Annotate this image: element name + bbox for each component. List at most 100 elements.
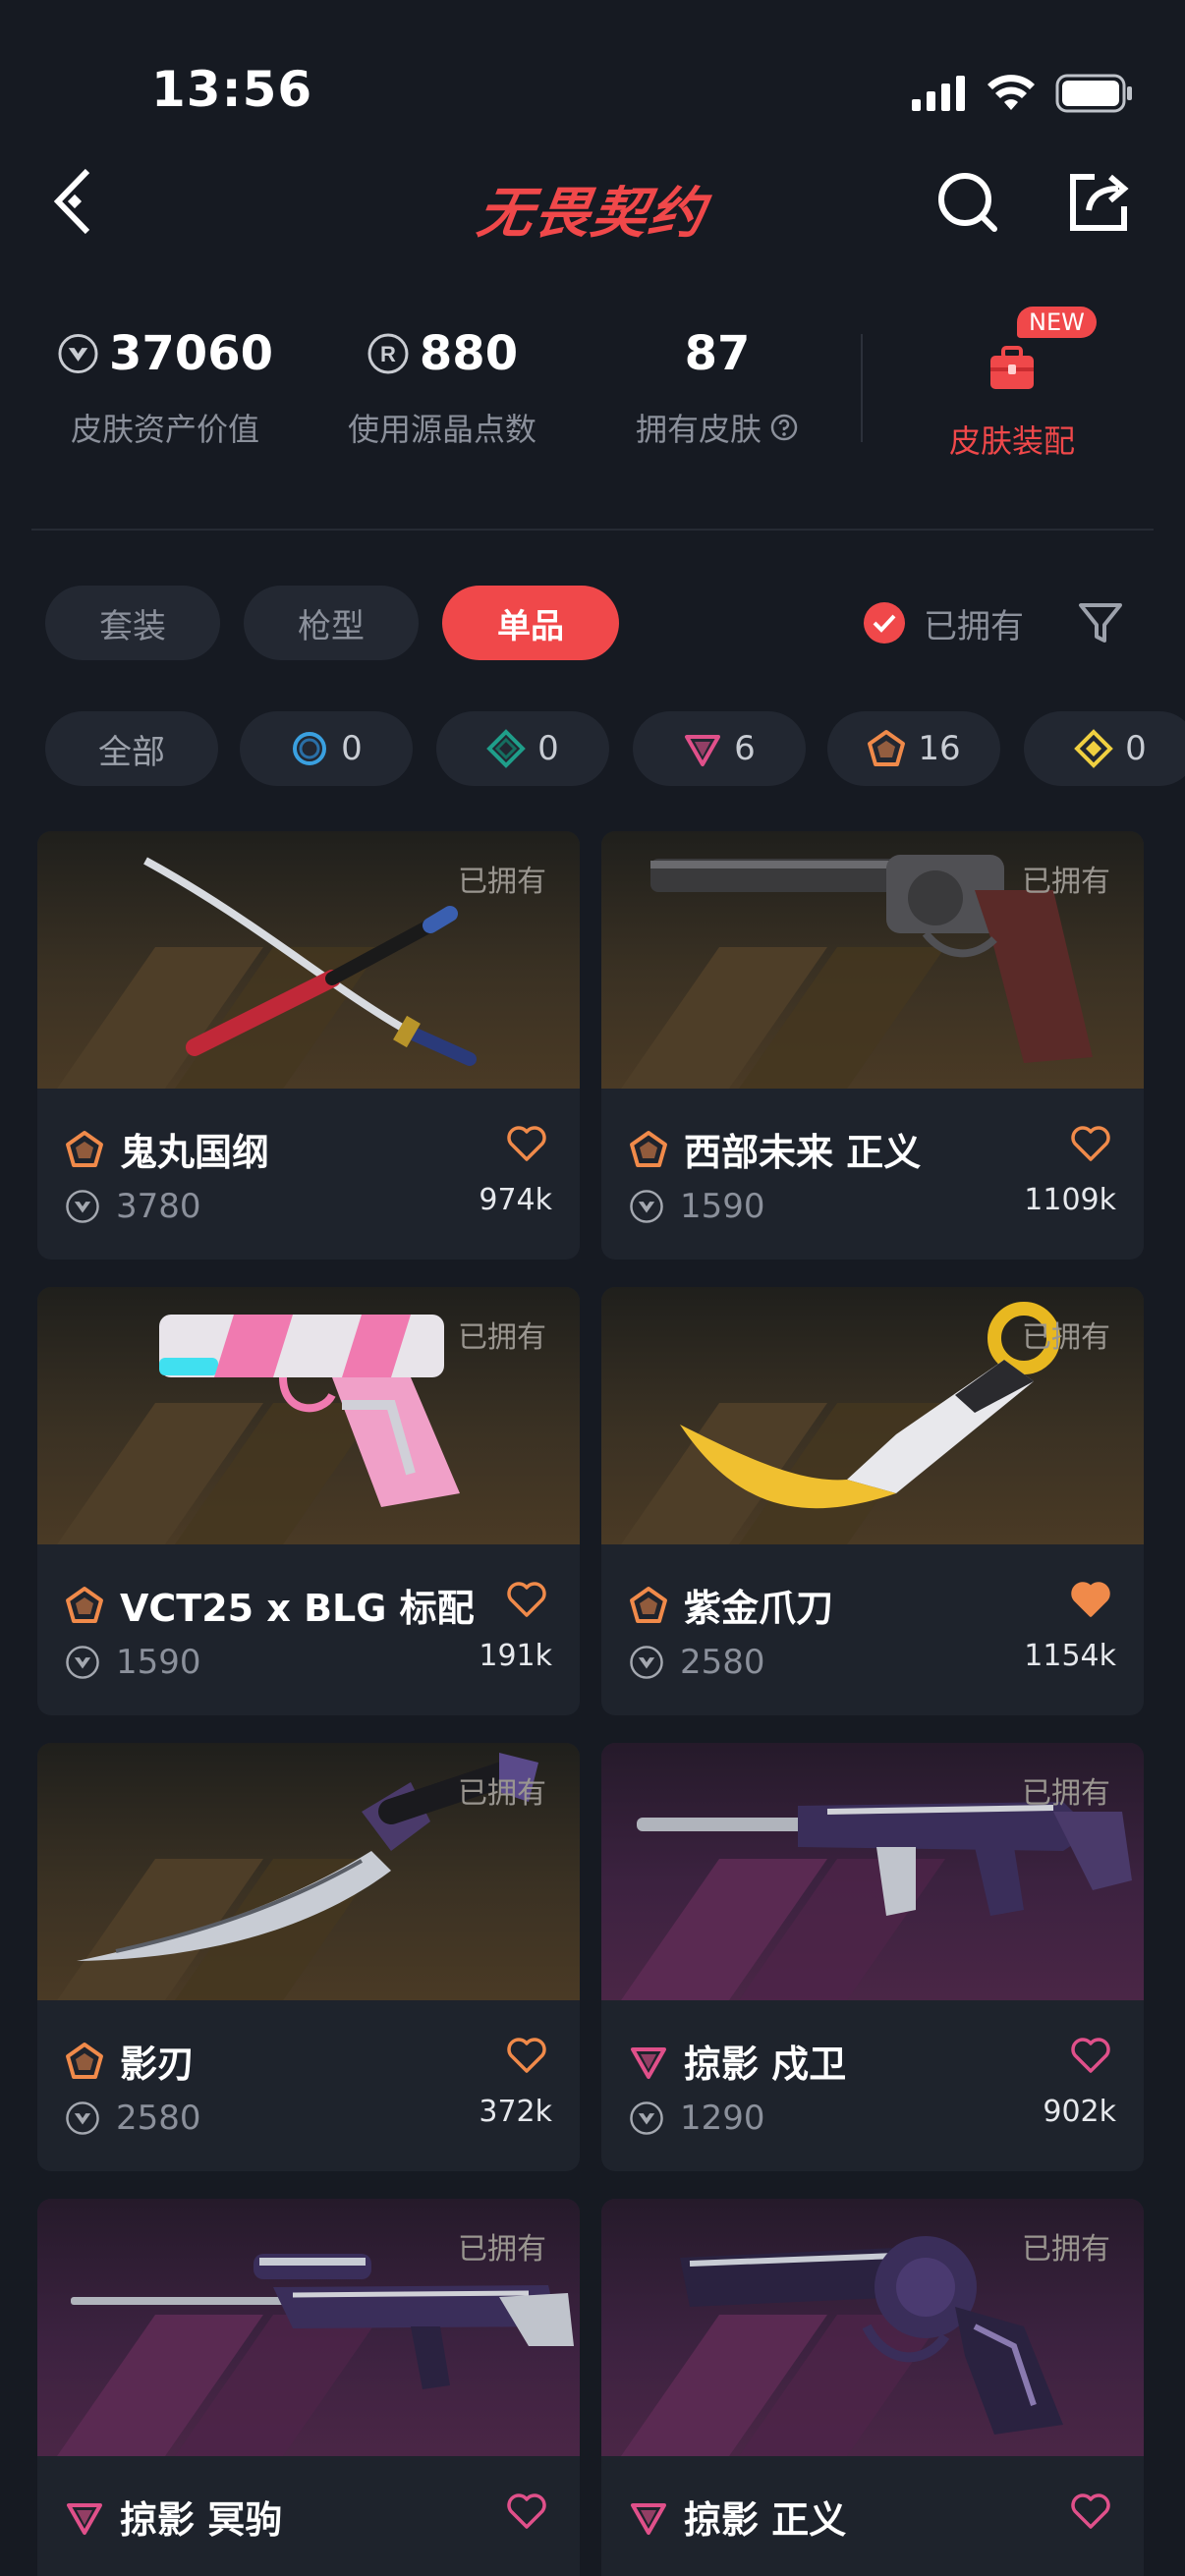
status-bar: 13:56 xyxy=(0,0,1185,138)
heart-filled-icon[interactable] xyxy=(1069,1578,1112,1621)
chip-premium-count: 6 xyxy=(734,729,756,768)
like-count: 974k xyxy=(479,1183,552,1217)
owned-tag: 已拥有 xyxy=(1022,1320,1110,1355)
skin-name: 掠影 正义 xyxy=(684,2498,847,2542)
premium-tier-icon xyxy=(631,2046,666,2079)
new-badge: NEW xyxy=(1017,307,1097,338)
chip-exclusive-tier[interactable]: 16 xyxy=(827,711,1000,786)
owned-tag: 已拥有 xyxy=(458,2232,546,2267)
owned-tag: 已拥有 xyxy=(1022,865,1110,899)
skin-price: 2580 xyxy=(116,2099,201,2138)
exclusive-tier-icon xyxy=(66,1130,103,1167)
search-button[interactable] xyxy=(933,167,1002,236)
divider xyxy=(31,529,1154,531)
skin-card[interactable]: 已拥有 VCT25 x BLG 标配 1590 191k xyxy=(37,1287,580,1715)
skin-image: 已拥有 xyxy=(601,831,1144,1089)
like-count: 372k xyxy=(479,2095,552,2129)
stats-divider xyxy=(861,334,863,442)
owned-tag: 已拥有 xyxy=(1022,1776,1110,1811)
skin-price: 3780 xyxy=(116,1187,201,1226)
chip-all[interactable]: 全部 xyxy=(45,711,218,786)
skin-card[interactable]: 已拥有 影刃 2580 372k xyxy=(37,1743,580,2171)
app-screen: 13:56 无畏契约 37060 皮肤资产价值 R 880 使用源晶点数 87 … xyxy=(0,0,1185,2576)
vp-coin-icon xyxy=(630,1646,663,1679)
search-icon xyxy=(938,173,997,232)
exclusive-tier-icon xyxy=(66,2042,103,2079)
skin-image: 已拥有 xyxy=(37,1743,580,2000)
asset-value-label: 皮肤资产价值 xyxy=(70,411,259,448)
skin-card[interactable]: 已拥有 鬼丸国纲 3780 974k xyxy=(37,831,580,1260)
status-time: 13:56 xyxy=(151,61,313,118)
skin-name: 掠影 戍卫 xyxy=(684,2043,847,2086)
chip-ultra-tier[interactable]: 0 xyxy=(1024,711,1185,786)
exclusive-tier-icon xyxy=(66,1586,103,1623)
skin-card[interactable]: 已拥有 掠影 正义 xyxy=(601,2199,1144,2576)
page-title: 无畏契约 xyxy=(473,182,710,246)
share-button[interactable] xyxy=(1065,167,1134,236)
like-count: 902k xyxy=(1043,2095,1116,2129)
owned-tag: 已拥有 xyxy=(458,1776,546,1811)
skin-card[interactable]: 已拥有 西部未来 正义 1590 1109k xyxy=(601,831,1144,1260)
tab-weapon-type[interactable]: 枪型 xyxy=(244,586,419,660)
exclusive-tier-icon xyxy=(868,730,906,766)
vp-coin-icon xyxy=(58,333,98,374)
skin-card[interactable]: 已拥有 紫金爪刀 2580 1154k xyxy=(601,1287,1144,1715)
chip-deluxe-tier[interactable]: 0 xyxy=(436,711,609,786)
heart-icon[interactable] xyxy=(505,2490,548,2533)
skin-image: 已拥有 xyxy=(601,1743,1144,2000)
skin-image: 已拥有 xyxy=(601,2199,1144,2456)
skin-card[interactable]: 已拥有 掠影 冥驹 xyxy=(37,2199,580,2576)
chip-select-count: 0 xyxy=(341,729,363,768)
owned-tag: 已拥有 xyxy=(458,1320,546,1355)
tab-set[interactable]: 套装 xyxy=(45,586,220,660)
chip-select-tier[interactable]: 0 xyxy=(240,711,413,786)
briefcase-icon xyxy=(990,346,1034,389)
heart-icon[interactable] xyxy=(505,2034,548,2077)
vp-coin-icon xyxy=(66,1646,99,1679)
vp-coin-icon xyxy=(630,2101,663,2135)
heart-icon[interactable] xyxy=(1069,1122,1112,1165)
exclusive-tier-icon xyxy=(630,1586,667,1623)
filter-icon[interactable] xyxy=(1077,599,1124,646)
owned-label: 拥有皮肤 xyxy=(635,411,762,448)
help-circle-icon[interactable] xyxy=(769,413,799,442)
skin-card[interactable]: 已拥有 掠影 戍卫 1290 902k xyxy=(601,1743,1144,2171)
skin-name: 西部未来 正义 xyxy=(684,1131,922,1174)
deluxe-tier-icon xyxy=(486,729,527,768)
skin-price: 2580 xyxy=(680,1643,765,1682)
ultra-tier-icon xyxy=(1074,729,1114,768)
owned-count: 87 xyxy=(684,326,751,381)
skin-image: 已拥有 xyxy=(37,831,580,1089)
check-circle-icon xyxy=(864,602,905,644)
like-count: 191k xyxy=(479,1639,552,1673)
skin-name: VCT25 x BLG 标配 xyxy=(120,1587,475,1630)
chip-premium-tier[interactable]: 6 xyxy=(633,711,806,786)
vp-coin-icon xyxy=(66,1190,99,1223)
chip-all-label: 全部 xyxy=(98,732,165,772)
heart-icon[interactable] xyxy=(505,1578,548,1621)
skin-equip-button[interactable]: NEW 皮肤装配 xyxy=(914,301,1110,468)
svg-text:R: R xyxy=(380,342,396,366)
radianite-value: 880 xyxy=(419,326,519,381)
tab-single-item[interactable]: 单品 xyxy=(442,586,619,660)
heart-icon[interactable] xyxy=(1069,2490,1112,2533)
skin-name: 影刃 xyxy=(120,2043,196,2086)
premium-tier-icon xyxy=(631,2502,666,2535)
owned-tag: 已拥有 xyxy=(1022,2232,1110,2267)
heart-icon[interactable] xyxy=(1069,2034,1112,2077)
like-count: 1109k xyxy=(1024,1183,1116,1217)
heart-icon[interactable] xyxy=(505,1122,548,1165)
owned-filter-toggle[interactable]: 已拥有 xyxy=(863,595,1024,650)
skin-image: 已拥有 xyxy=(37,2199,580,2456)
vp-coin-icon xyxy=(66,2101,99,2135)
chip-ultra-count: 0 xyxy=(1125,729,1147,768)
skin-image: 已拥有 xyxy=(601,1287,1144,1544)
chip-deluxe-count: 0 xyxy=(537,729,559,768)
skin-price: 1590 xyxy=(680,1187,765,1226)
stat-asset-value: 37060 皮肤资产价值 xyxy=(57,324,273,450)
stats-panel: 37060 皮肤资产价值 R 880 使用源晶点数 87 拥有皮肤 NEW 皮肤… xyxy=(0,295,1185,472)
exclusive-tier-icon xyxy=(630,1130,667,1167)
skin-name: 掠影 冥驹 xyxy=(120,2498,283,2542)
status-icons xyxy=(910,69,1134,118)
radianite-label: 使用源晶点数 xyxy=(347,411,536,448)
